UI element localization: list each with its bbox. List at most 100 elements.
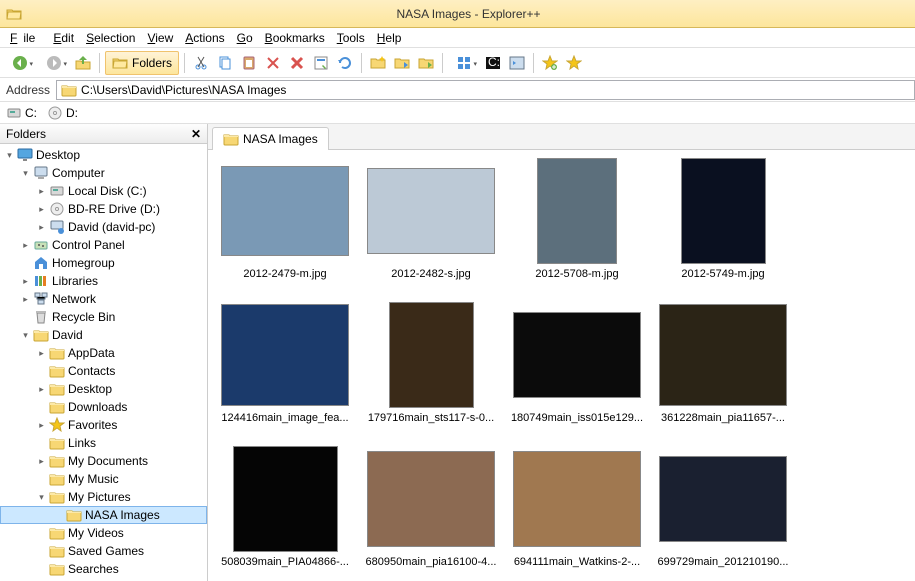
tree-item-david[interactable]: ▾David xyxy=(0,326,207,344)
thumbnail-caption: 694111main_Watkins-2-... xyxy=(507,556,647,568)
tree-twisty[interactable]: ▾ xyxy=(4,150,15,161)
thumbnail-item[interactable]: 2012-2482-s.jpg xyxy=(358,158,504,298)
tree-item-libraries[interactable]: ▸Libraries xyxy=(0,272,207,290)
tree-item-contacts[interactable]: ▸Contacts xyxy=(0,362,207,380)
thumbnails-view[interactable]: 2012-2479-m.jpg2012-2482-s.jpg2012-5708-… xyxy=(208,150,915,581)
tree-twisty[interactable]: ▸ xyxy=(36,204,47,215)
refresh-button[interactable] xyxy=(334,52,356,74)
tree-twisty[interactable]: ▾ xyxy=(36,492,47,503)
menu-edit[interactable]: Edit xyxy=(47,29,80,47)
back-button[interactable] xyxy=(4,52,36,74)
tree-twisty[interactable]: ▸ xyxy=(36,456,47,467)
delete-perm-button[interactable] xyxy=(286,52,308,74)
menubar: File Edit Selection View Actions Go Book… xyxy=(0,28,915,48)
folder-icon xyxy=(66,507,82,523)
tree-twisty[interactable]: ▸ xyxy=(20,294,31,305)
tab-nasa-images[interactable]: NASA Images xyxy=(212,127,329,150)
add-bookmark-button[interactable] xyxy=(539,52,561,74)
tree-item-searches[interactable]: ▸Searches xyxy=(0,560,207,578)
tree-item-nasa[interactable]: ▸NASA Images xyxy=(0,506,207,524)
tree-item-control_panel[interactable]: ▸ Control Panel xyxy=(0,236,207,254)
address-field[interactable]: C:\Users\David\Pictures\NASA Images xyxy=(56,80,915,100)
tree-twisty[interactable]: ▸ xyxy=(36,222,47,233)
copy-to-button[interactable] xyxy=(391,52,413,74)
thumbnail-item[interactable]: 124416main_image_fea... xyxy=(212,302,358,442)
drive-c[interactable]: C: xyxy=(6,105,37,121)
menu-bookmarks[interactable]: Bookmarks xyxy=(259,29,331,47)
close-panel-button[interactable]: ✕ xyxy=(191,127,201,141)
drive-d[interactable]: D: xyxy=(47,105,78,121)
menu-go[interactable]: Go xyxy=(231,29,259,47)
forward-button[interactable] xyxy=(38,52,70,74)
delete-button[interactable] xyxy=(262,52,284,74)
thumbnail-item[interactable]: 179716main_sts117-s-0... xyxy=(358,302,504,442)
tree-item-homegroup[interactable]: ▸Homegroup xyxy=(0,254,207,272)
tree-twisty[interactable]: ▸ xyxy=(36,186,47,197)
cmd-button[interactable] xyxy=(482,52,504,74)
thumbnail-item[interactable]: 2012-5749-m.jpg xyxy=(650,158,796,298)
thumbnail-item[interactable]: 361228main_pia11657-... xyxy=(650,302,796,442)
thumbnail-item[interactable]: 2012-5708-m.jpg xyxy=(504,158,650,298)
tree-item-computer[interactable]: ▾Computer xyxy=(0,164,207,182)
tree-item-david_pc[interactable]: ▸David (david-pc) xyxy=(0,218,207,236)
tree-item-desktop2[interactable]: ▸Desktop xyxy=(0,380,207,398)
tree-item-recycle[interactable]: ▸Recycle Bin xyxy=(0,308,207,326)
menu-tools[interactable]: Tools xyxy=(331,29,371,47)
new-folder-button[interactable] xyxy=(367,52,389,74)
folders-toggle-button[interactable]: Folders xyxy=(105,51,179,75)
folder-icon xyxy=(49,435,65,451)
menu-view[interactable]: View xyxy=(141,29,179,47)
vcmd-button[interactable] xyxy=(506,52,528,74)
thumbnail-item[interactable]: 699729main_201210190... xyxy=(650,446,796,581)
tree-item-bdre[interactable]: ▸BD-RE Drive (D:) xyxy=(0,200,207,218)
tree-item-downloads[interactable]: ▸Downloads xyxy=(0,398,207,416)
tree-item-network[interactable]: ▸Network xyxy=(0,290,207,308)
tree-twisty[interactable]: ▸ xyxy=(20,240,31,251)
tree-item-saved[interactable]: ▸Saved Games xyxy=(0,542,207,560)
thumbnail-item[interactable]: 508039main_PIA04866-... xyxy=(212,446,358,581)
menu-actions[interactable]: Actions xyxy=(179,29,230,47)
thumbnail-image xyxy=(681,158,766,264)
properties-button[interactable] xyxy=(310,52,332,74)
thumbnail-item[interactable]: 680950main_pia16100-4... xyxy=(358,446,504,581)
copy-button[interactable] xyxy=(214,52,236,74)
star-icon xyxy=(566,55,582,71)
tree-item-mydocs[interactable]: ▸My Documents xyxy=(0,452,207,470)
separator xyxy=(361,53,362,73)
tree-twisty[interactable]: ▸ xyxy=(36,384,47,395)
thumbnail-caption: 680950main_pia16100-4... xyxy=(361,556,501,568)
tree-label: Saved Games xyxy=(68,544,144,558)
tree-item-myvideos[interactable]: ▸My Videos xyxy=(0,524,207,542)
tree-twisty[interactable]: ▸ xyxy=(36,420,47,431)
tree-item-favorites[interactable]: ▸Favorites xyxy=(0,416,207,434)
tree-twisty[interactable]: ▾ xyxy=(20,330,31,341)
copy-icon xyxy=(217,55,233,71)
move-to-button[interactable] xyxy=(415,52,437,74)
tree-item-mypics[interactable]: ▾My Pictures xyxy=(0,488,207,506)
thumbnail-image xyxy=(389,302,474,408)
menu-file[interactable]: File xyxy=(4,29,47,47)
views-button[interactable] xyxy=(448,52,480,74)
thumbnail-item[interactable]: 2012-2479-m.jpg xyxy=(212,158,358,298)
menu-help[interactable]: Help xyxy=(371,29,408,47)
thumbnail-item[interactable]: 694111main_Watkins-2-... xyxy=(504,446,650,581)
tree-item-links[interactable]: ▸Links xyxy=(0,434,207,452)
tree-item-local_disk[interactable]: ▸Local Disk (C:) xyxy=(0,182,207,200)
tree-item-desktop[interactable]: ▾Desktop xyxy=(0,146,207,164)
bookmarks-button[interactable] xyxy=(563,52,585,74)
tree-item-mymusic[interactable]: ▸My Music xyxy=(0,470,207,488)
tree-item-appdata[interactable]: ▸AppData xyxy=(0,344,207,362)
tree-label: Control Panel xyxy=(52,238,125,252)
tree-twisty[interactable]: ▸ xyxy=(36,348,47,359)
folder-tree[interactable]: ▾Desktop▾Computer▸Local Disk (C:)▸BD-RE … xyxy=(0,144,207,581)
thumbnail-item[interactable]: 180749main_iss015e129... xyxy=(504,302,650,442)
cut-button[interactable] xyxy=(190,52,212,74)
menu-selection[interactable]: Selection xyxy=(80,29,141,47)
tree-twisty[interactable]: ▾ xyxy=(20,168,31,179)
paste-button[interactable] xyxy=(238,52,260,74)
thumbnail-image xyxy=(513,312,641,398)
tabs: NASA Images xyxy=(208,124,915,150)
tree-twisty[interactable]: ▸ xyxy=(20,276,31,287)
tree-label: My Music xyxy=(68,472,119,486)
up-button[interactable] xyxy=(72,52,94,74)
